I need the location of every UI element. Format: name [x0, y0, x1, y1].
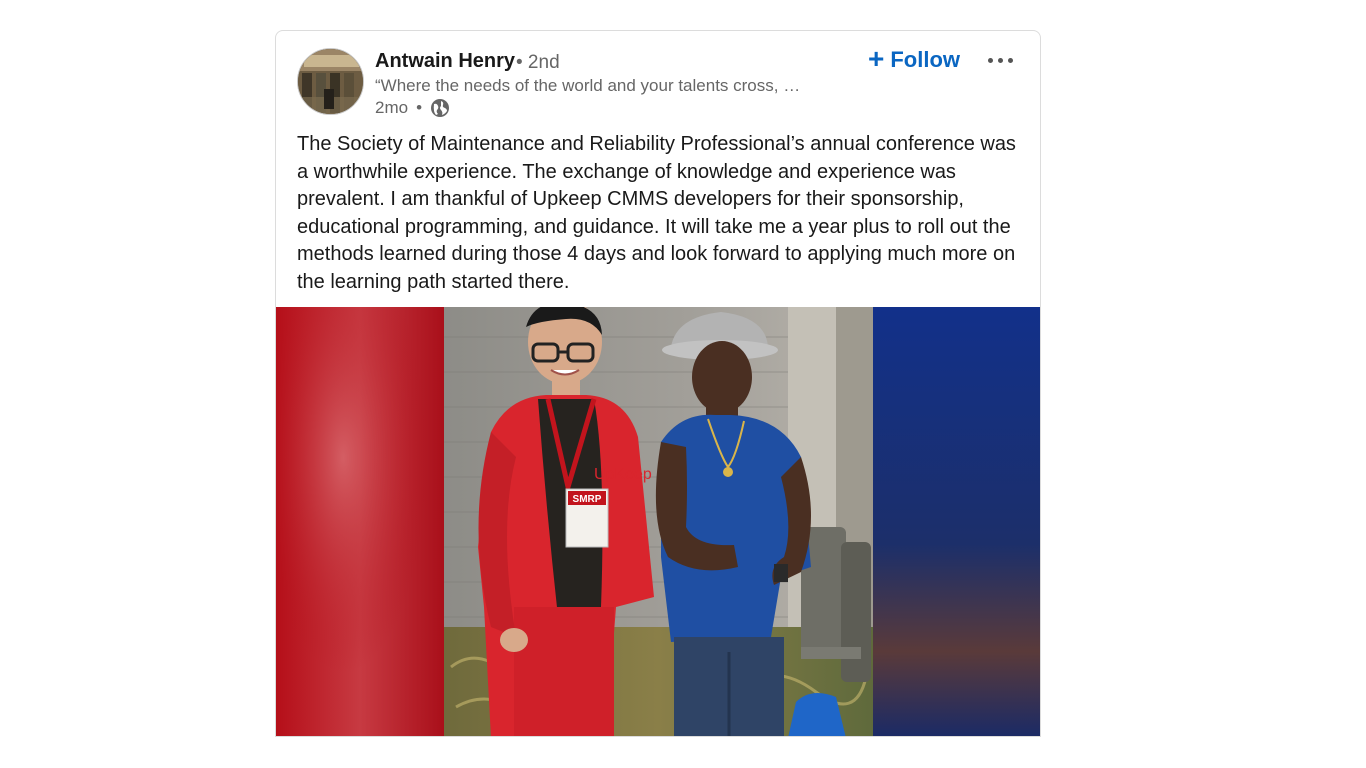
ellipsis-icon: [987, 57, 993, 63]
post-header: Antwain Henry • 2nd “Where the needs of …: [276, 31, 1040, 126]
author-headline: “Where the needs of the world and your t…: [375, 76, 801, 95]
more-options-button[interactable]: [982, 53, 1018, 67]
author-avatar[interactable]: [297, 48, 364, 115]
feed-post-card: Antwain Henry • 2nd “Where the needs of …: [275, 30, 1041, 737]
globe-icon: [430, 98, 450, 118]
post-body-text: The Society of Maintenance and Reliabili…: [297, 133, 1016, 293]
ellipsis-dot: [1007, 57, 1013, 63]
connection-degree: • 2nd: [516, 52, 560, 73]
svg-text:SMRP: SMRP: [573, 494, 602, 505]
author-name[interactable]: Antwain Henry: [375, 50, 515, 73]
plus-icon: +: [868, 43, 885, 74]
follow-button[interactable]: + Follow: [868, 45, 960, 75]
meta-separator: •: [416, 98, 423, 117]
avatar-photo: [298, 49, 363, 114]
ellipsis-dot: [997, 57, 1003, 63]
post-meta: 2mo •: [375, 98, 450, 118]
svg-text:UpKeep: UpKeep: [594, 466, 652, 483]
post-age: 2mo: [375, 98, 409, 117]
post-image[interactable]: SMRP UpKeep: [276, 307, 1040, 736]
follow-label: Follow: [890, 47, 961, 72]
